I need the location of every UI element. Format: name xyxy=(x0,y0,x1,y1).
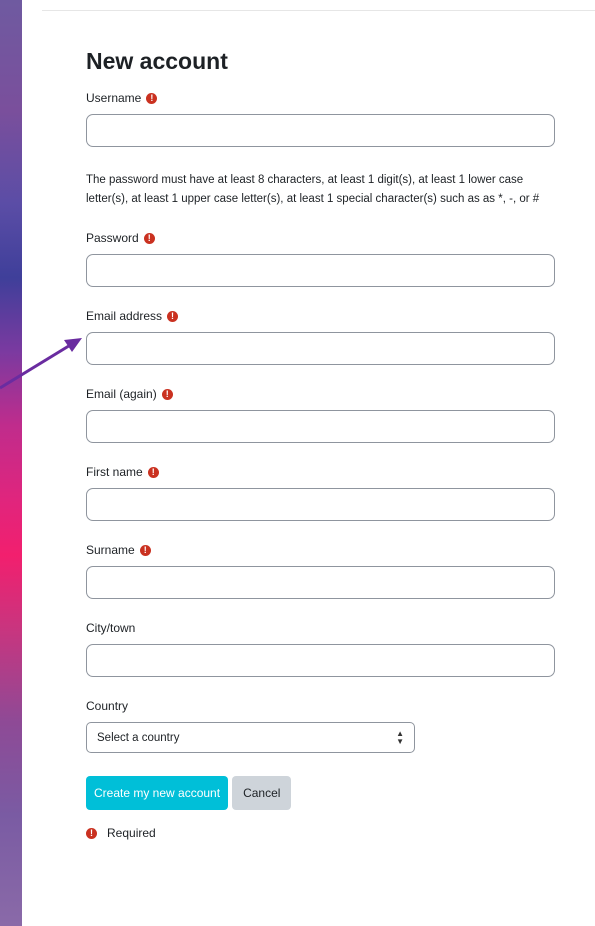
header-divider xyxy=(42,10,595,11)
email-again-label-text: Email (again) xyxy=(86,387,157,401)
create-account-button[interactable]: Create my new account xyxy=(86,776,229,810)
required-legend: ! Required xyxy=(86,826,556,840)
password-input[interactable] xyxy=(86,254,555,287)
password-policy-text: The password must have at least 8 charac… xyxy=(86,174,540,205)
surname-input[interactable] xyxy=(86,566,555,599)
country-label: Country xyxy=(86,698,556,714)
country-label-text: Country xyxy=(86,699,129,713)
country-select-value: Select a country xyxy=(97,731,180,744)
username-label-text: Username xyxy=(86,91,142,105)
required-exclamation-icon: ! xyxy=(86,827,97,839)
required-exclamation-icon: ! xyxy=(161,388,173,400)
city-label-text: City/town xyxy=(86,621,136,635)
required-exclamation-icon: ! xyxy=(147,466,159,478)
email-input[interactable] xyxy=(86,332,555,365)
username-input[interactable] xyxy=(86,114,555,147)
city-label: City/town xyxy=(86,620,556,636)
required-exclamation-icon: ! xyxy=(146,92,158,104)
form-actions: Create my new account Cancel xyxy=(86,776,556,810)
city-input[interactable] xyxy=(86,644,555,677)
password-label-text: Password xyxy=(86,231,139,245)
password-label: Password ! xyxy=(86,230,556,246)
required-exclamation-icon: ! xyxy=(139,544,151,556)
surname-label: Surname ! xyxy=(86,542,556,558)
firstname-label-text: First name xyxy=(86,465,143,479)
page-title: New account xyxy=(86,48,228,74)
email-label-text: Email address xyxy=(86,309,163,323)
signup-form: New account Username ! The password must… xyxy=(86,46,556,840)
required-exclamation-icon: ! xyxy=(143,232,155,244)
required-exclamation-icon: ! xyxy=(167,310,179,322)
firstname-input[interactable] xyxy=(86,488,555,521)
annotation-arrow-icon xyxy=(0,338,82,390)
select-updown-icon: ▲ ▼ xyxy=(396,728,404,746)
email-again-input[interactable] xyxy=(86,410,555,443)
required-legend-text: Required xyxy=(107,826,156,840)
email-label: Email address ! xyxy=(86,308,556,324)
firstname-label: First name ! xyxy=(86,464,556,480)
cancel-button[interactable]: Cancel xyxy=(232,776,292,810)
username-label: Username ! xyxy=(86,90,556,106)
email-again-label: Email (again) ! xyxy=(86,386,556,402)
country-select[interactable]: Select a country ▲ ▼ xyxy=(86,722,415,753)
surname-label-text: Surname xyxy=(86,543,135,557)
